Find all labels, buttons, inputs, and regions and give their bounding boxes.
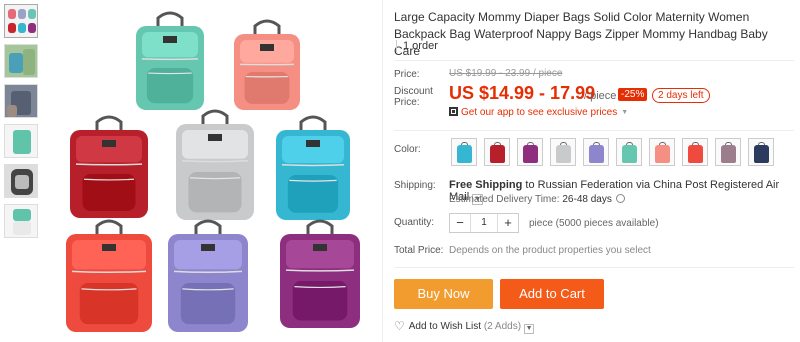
days-left-badge: 2 days left <box>652 88 710 103</box>
quantity-input[interactable]: 1 <box>470 214 498 232</box>
total-price-value: Depends on the product properties you se… <box>449 245 651 256</box>
swatch-bag-icon <box>589 145 604 163</box>
app-promo-link[interactable]: Get our app to see exclusive prices ▼ <box>449 107 628 118</box>
color-swatch[interactable] <box>517 138 543 166</box>
original-price: US $19.99 - 23.99 / piece <box>449 68 563 79</box>
thumbnail-strip <box>4 4 42 244</box>
pieces-available: piece (5000 pieces available) <box>529 218 659 229</box>
swatch-bag-icon <box>622 145 637 163</box>
divider <box>394 60 794 61</box>
quantity-stepper: − 1 + <box>449 213 519 233</box>
swatch-bag-icon <box>556 145 571 163</box>
swatch-bag-icon <box>721 145 736 163</box>
product-title: Large Capacity Mommy Diaper Bags Solid C… <box>394 10 768 58</box>
wishlist-adds-count: (2 Adds) <box>483 321 522 332</box>
color-swatch[interactable] <box>451 138 477 166</box>
thumbnail-3[interactable] <box>4 84 38 118</box>
thumbnail-6[interactable] <box>4 204 38 238</box>
qr-code-icon <box>449 107 458 116</box>
per-piece-unit: / piece <box>584 90 617 102</box>
heart-icon: ♡ <box>394 319 405 333</box>
divider <box>394 267 794 268</box>
quantity-increase-button[interactable]: + <box>498 214 518 232</box>
swatch-bag-icon <box>655 145 670 163</box>
thumbnail-5[interactable] <box>4 164 38 198</box>
backpack-lavender <box>168 219 248 332</box>
order-count: 1 order <box>396 40 438 52</box>
column-divider <box>382 0 383 342</box>
info-clock-icon[interactable] <box>615 194 625 203</box>
color-swatch[interactable] <box>748 138 774 166</box>
backpack-red <box>70 115 148 218</box>
chevron-down-icon: ▼ <box>621 109 629 116</box>
backpack-purple <box>280 219 360 328</box>
add-to-cart-button[interactable]: Add to Cart <box>500 279 604 309</box>
color-swatch[interactable] <box>583 138 609 166</box>
color-swatch[interactable] <box>649 138 675 166</box>
color-swatch[interactable] <box>484 138 510 166</box>
swatch-bag-icon <box>688 145 703 163</box>
estimated-delivery: Estimated Delivery Time: 26-48 days <box>449 194 625 205</box>
estimated-delivery-days: 26-48 days <box>562 194 612 205</box>
backpack-mint <box>136 11 204 110</box>
swatch-bag-icon <box>754 145 769 163</box>
wishlist-link[interactable]: ♡ Add to Wish List (2 Adds) ▼ <box>394 319 535 334</box>
quantity-decrease-button[interactable]: − <box>450 214 470 232</box>
shipping-label: Shipping: <box>394 180 436 191</box>
color-swatch[interactable] <box>616 138 642 166</box>
swatch-bag-icon <box>490 145 505 163</box>
wishlist-text: Add to Wish List <box>408 321 482 332</box>
color-swatch[interactable] <box>715 138 741 166</box>
color-label: Color: <box>394 144 421 155</box>
backpack-collage-image <box>66 11 360 332</box>
backpack-pink <box>234 19 300 110</box>
app-promo-text: Get our app to see exclusive prices <box>461 107 618 118</box>
discount-price: US $14.99 - 17.99 <box>449 83 596 103</box>
quantity-label: Quantity: <box>394 217 435 228</box>
swatch-bag-icon <box>457 145 472 163</box>
backpack-gray <box>176 109 254 220</box>
backpack-sky-blue <box>276 115 350 220</box>
color-swatch[interactable] <box>682 138 708 166</box>
price-label: Price: <box>394 69 420 80</box>
thumbnail-1[interactable] <box>4 4 38 38</box>
color-swatch[interactable] <box>550 138 576 166</box>
wishlist-dropdown-button[interactable]: ▼ <box>524 324 535 334</box>
main-product-image <box>48 0 380 342</box>
buy-now-button[interactable]: Buy Now <box>394 279 493 309</box>
thumbnail-2[interactable] <box>4 44 38 78</box>
discount-price-label: Discount Price: <box>394 86 433 108</box>
estimated-delivery-label: Estimated Delivery Time: <box>449 194 560 205</box>
thumbnail-4[interactable] <box>4 124 38 158</box>
divider <box>394 130 794 131</box>
backpack-watermelon <box>66 219 152 332</box>
discount-badge: -25% <box>618 88 648 101</box>
swatch-bag-icon <box>523 145 538 163</box>
total-price-label: Total Price: <box>394 245 444 256</box>
free-shipping-text: Free Shipping <box>449 179 523 191</box>
